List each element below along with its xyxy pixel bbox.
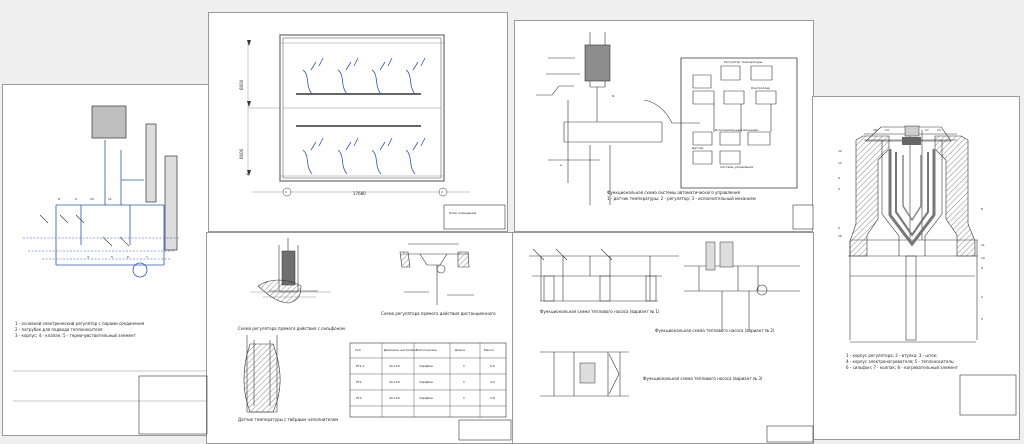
sheet-5-table-row-1-col-1: РТ1-1 <box>356 364 365 368</box>
sheet-4-legend-3: 6 - сильфон; 7 - колпак; 8 - нагреватель… <box>846 365 958 370</box>
sheet-6-caption-3: Функциональная схема теплового насоса (в… <box>643 376 763 381</box>
sheet-4-callout-3: 3 <box>981 317 983 321</box>
sheet-4-callout-9: 9 <box>981 266 983 270</box>
sheet-3-block-5: Система управления <box>720 165 754 169</box>
sheet-5-table-row-3-col-1: РТ3 <box>356 396 362 400</box>
sheet-4-callout-5: 5 <box>838 187 840 191</box>
sheet-5-table-row-2-col-3: парафин <box>419 380 434 384</box>
sheet-4-callout-8: 8 <box>981 207 983 211</box>
sheet-1-label-7: 7 <box>146 255 148 259</box>
sheet-5-table-row-3-col-5: 3,8 <box>490 396 495 400</box>
sheet-1-label-11: 11 <box>108 197 112 201</box>
drawing-lines <box>13 32 1017 443</box>
sheet-3-label-n: N <box>612 94 615 98</box>
sheet-5-table-row-3-col-2: 40-140 <box>389 396 400 400</box>
sheet-3-block-4: Датчик <box>692 146 704 150</box>
sheet-1-label-10: 10 <box>90 197 94 201</box>
sheet-1-label-6: 6 <box>127 255 129 259</box>
sheet-4-callout-18: 18 <box>873 128 877 132</box>
sheet-4-callout-13: 13 <box>838 161 842 165</box>
sheet-4-callout-10: 10 <box>981 256 985 260</box>
sheet-1-label-4: 4 <box>87 255 89 259</box>
sheet-2-left-dimension-top: 6600 <box>239 79 244 90</box>
sheet-4-callout-2: 2 <box>981 295 983 299</box>
sheet-5-table-header-5: Масса <box>484 348 494 352</box>
sheet-3-note-1: Функциональная схема системы автоматичес… <box>607 190 740 195</box>
sheet-5-table-header-1: Тип <box>355 348 361 352</box>
sheet-4-callout-6: 6 <box>838 176 840 180</box>
sheet-5-table-row-2-col-4: 1 <box>463 380 465 384</box>
sheet-2-width-dimension: 17680 <box>353 191 366 196</box>
sheet-5-table-row-1-col-4: 1 <box>463 364 465 368</box>
sheet-5-table-row-2-col-5: 4,0 <box>490 380 495 384</box>
sheet-5-table-row-3-col-3: парафин <box>419 396 434 400</box>
sheet-3-block-3: Исполнительный механизм <box>715 128 759 132</box>
sheet-3-block-1: Регулятор температуры <box>724 60 763 64</box>
sheet-5-table-row-2-col-2: 20-120 <box>389 380 400 384</box>
sheet-2-axis-1: 1 <box>285 190 287 194</box>
sheet-4-legend-2: 4 - корпус электронагревателя; 5 - тепло… <box>846 359 955 364</box>
sheet-1-label-8: 8 <box>58 197 60 201</box>
sheet-1-caption-3: 3 - корпус; 4 - клапан; 5 - термочувстви… <box>15 333 136 338</box>
sheet-5-table-header-2: Диапазон настройки <box>384 348 417 352</box>
sheet-5-left-caption: Схема регулятора прямого действия с силь… <box>238 326 345 331</box>
sheet-5-table-row-1-col-2: 20-120 <box>389 364 400 368</box>
sheet-5-table-row-2-col-1: РТ2 <box>356 380 362 384</box>
sheet-5-table-row-1-col-3: парафин <box>419 364 434 368</box>
sheet-5-right-caption: Схема регулятора прямого действия дистан… <box>381 311 496 316</box>
sheet-6-caption-1: Функциональная схема теплового насоса (в… <box>540 309 660 314</box>
sheet-1-label-5: 5 <box>111 255 113 259</box>
sheet-5-table-header-3: Наполнитель <box>416 348 437 352</box>
sheet-2-axis-3: 3 <box>246 172 248 176</box>
sheet-4-callout-17: 17 <box>925 128 929 132</box>
sheet-1-label-9: 9 <box>75 197 77 201</box>
sheet-4-callout-15: 15 <box>937 128 941 132</box>
sheet-4-legend-1: 1 - корпус регулятора; 2 - втулка; 3 - ш… <box>846 353 938 358</box>
sheet-6-caption-2: Функциональная схема теплового насоса (в… <box>655 328 775 333</box>
sheet-3-label-a: a <box>560 163 562 167</box>
sheet-5-table-header-4: Длина <box>455 348 466 352</box>
sheet-4-callout-11: 11 <box>981 243 985 247</box>
sheet-2-axis-2: 2 <box>441 190 443 194</box>
sheet-4-callout-16: 16 <box>838 234 842 238</box>
sheet-5-table-row-3-col-4: 1 <box>463 396 465 400</box>
sheet-5-bottom-caption: Датчик температуры с твёрдым наполнителе… <box>238 417 339 422</box>
sheet-4-callout-4: 4 <box>838 226 840 230</box>
sheet-3-note-2: 1 - датчик температуры; 2 - регулятор; 3… <box>607 196 756 201</box>
sheet-1-caption-1: 1 - основной электрический регулятор с п… <box>15 321 145 326</box>
sheet-4-callout-12: 12 <box>838 149 842 153</box>
sheet-4-callout-14: 14 <box>885 128 889 132</box>
sheet-5-table-row-1-col-5: 6,6 <box>490 364 495 368</box>
sheet-1-caption-2: 2 - патрубок для подвода теплоносителя <box>15 327 103 332</box>
sheet-3-block-2: Контроллер <box>751 86 770 90</box>
sheet-2-caption: План помещения <box>449 211 477 215</box>
sheet-2-left-dimension-bottom: 6600 <box>239 148 244 159</box>
